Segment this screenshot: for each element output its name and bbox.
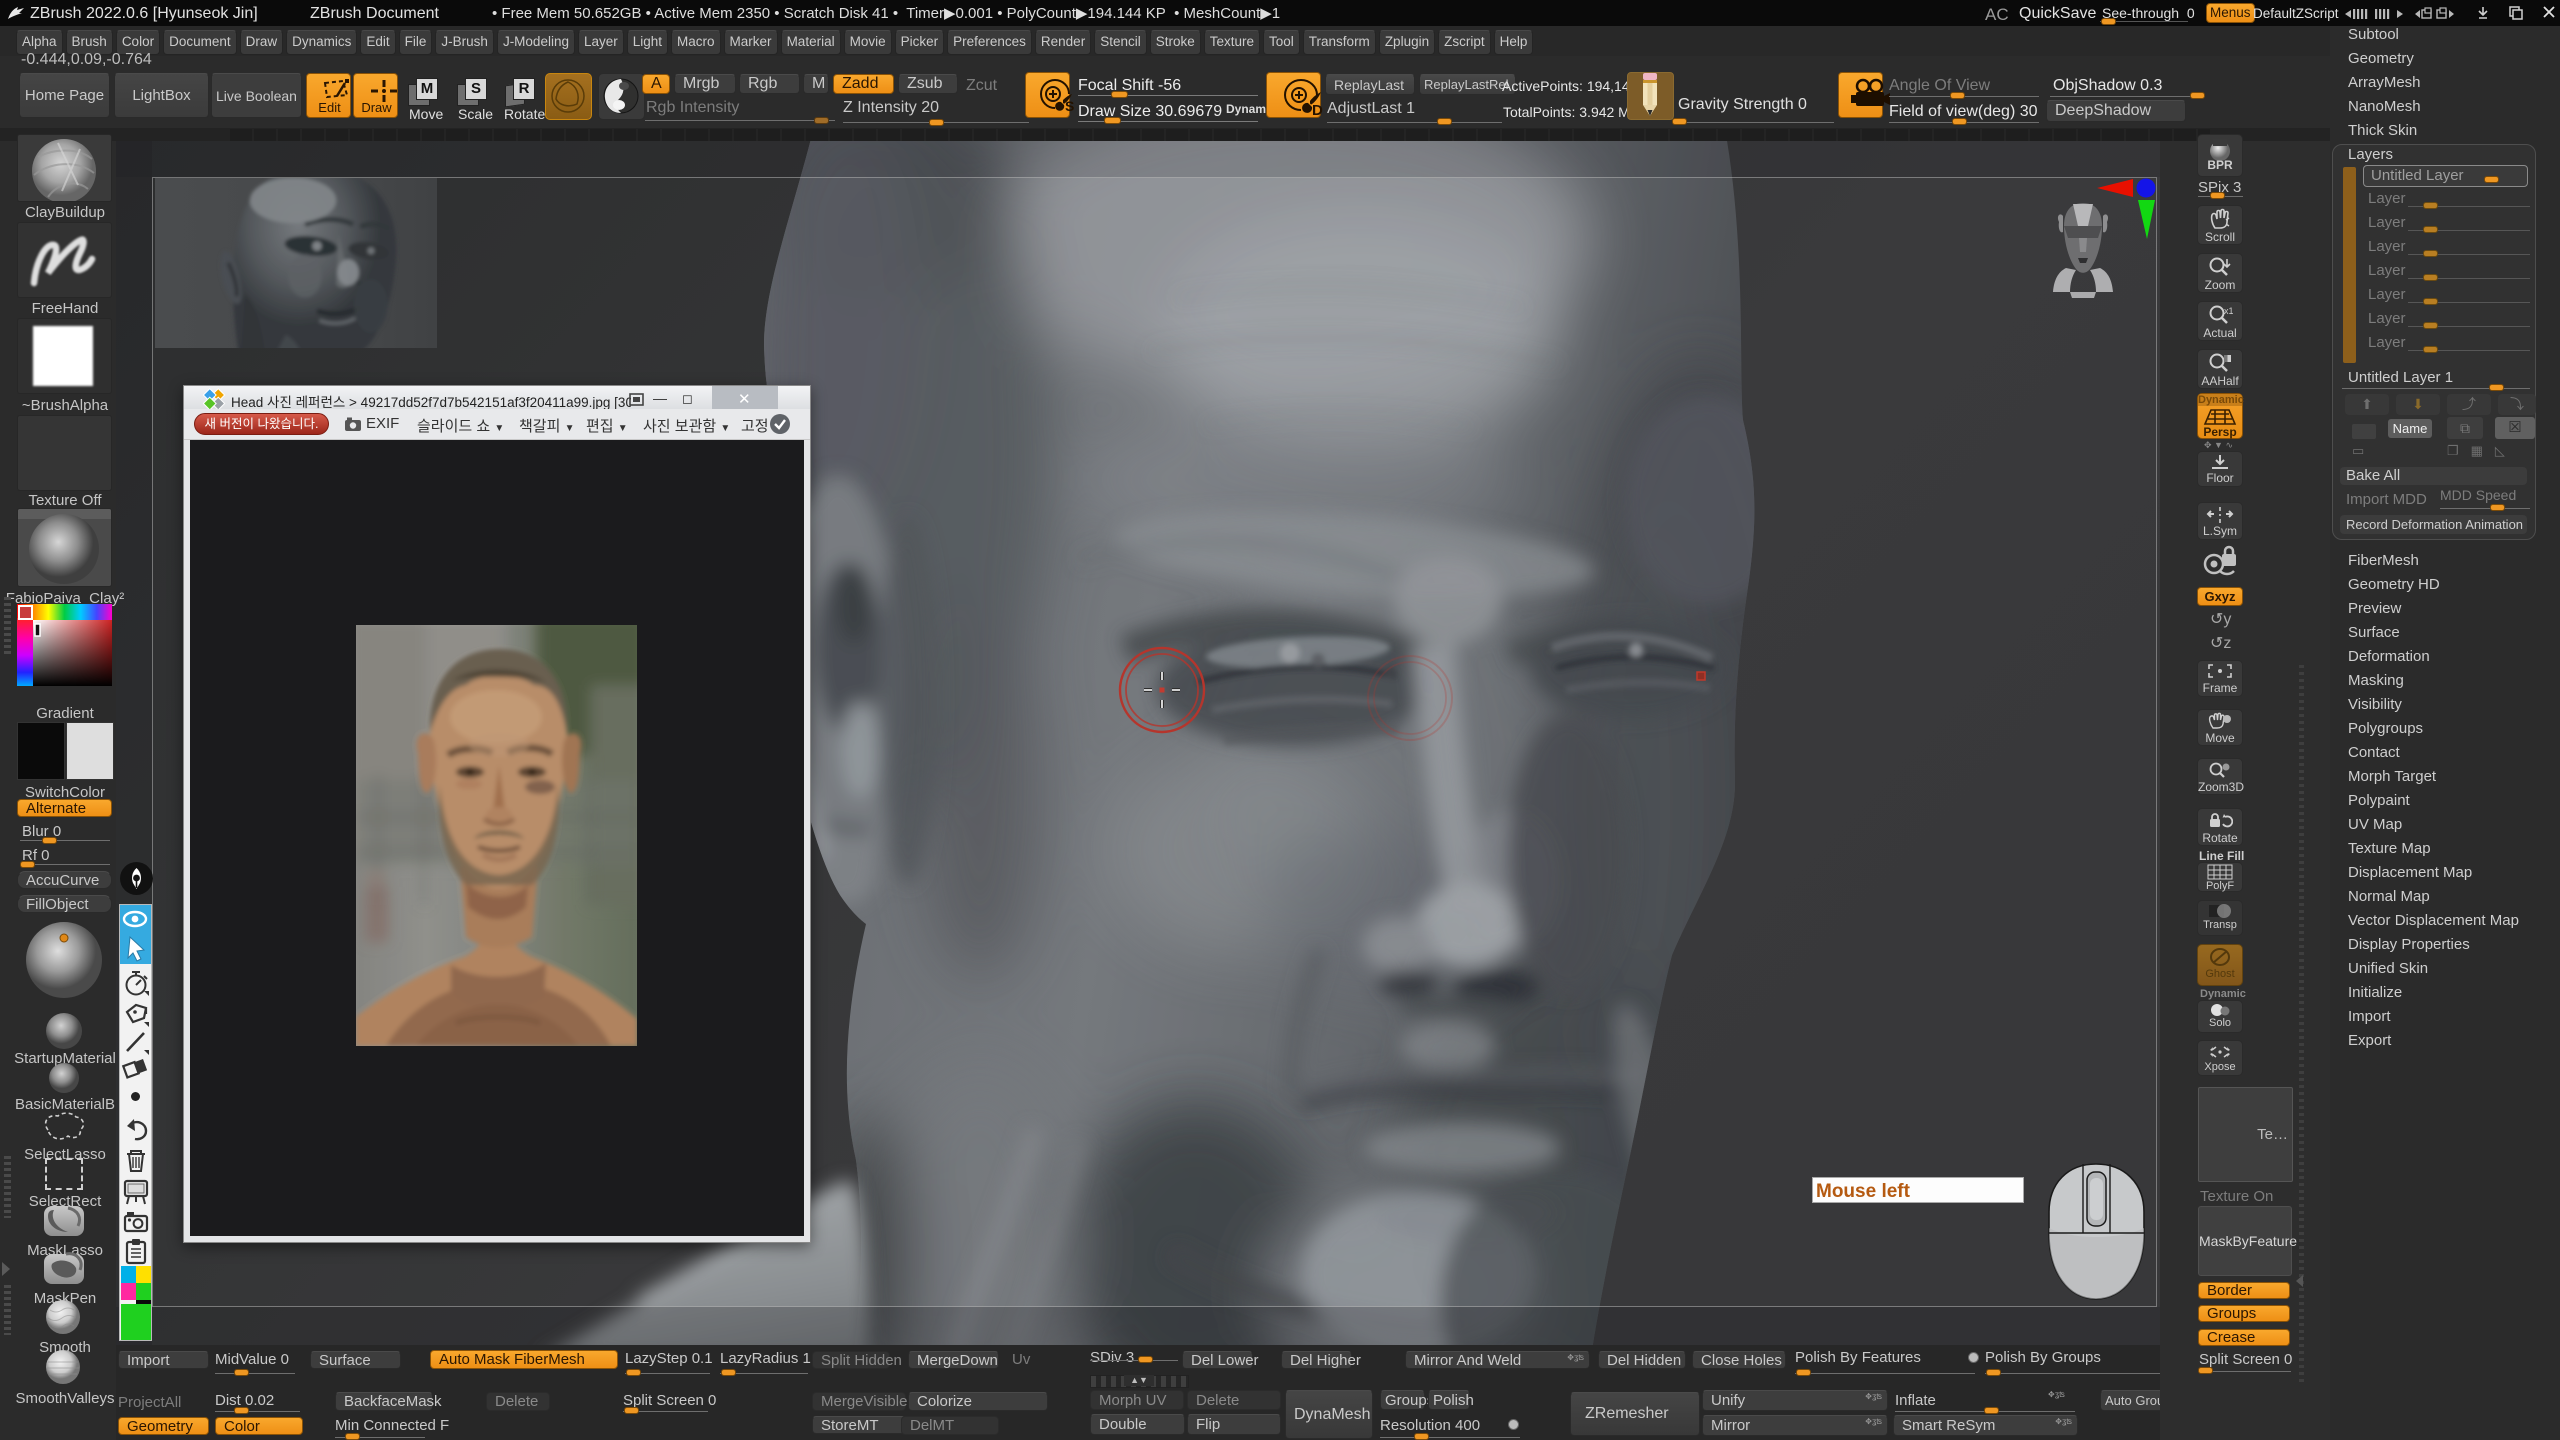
svg-text:x1: x1 bbox=[2224, 306, 2233, 316]
svg-text:D: D bbox=[1312, 102, 1323, 117]
svg-text:S: S bbox=[1065, 98, 1074, 114]
